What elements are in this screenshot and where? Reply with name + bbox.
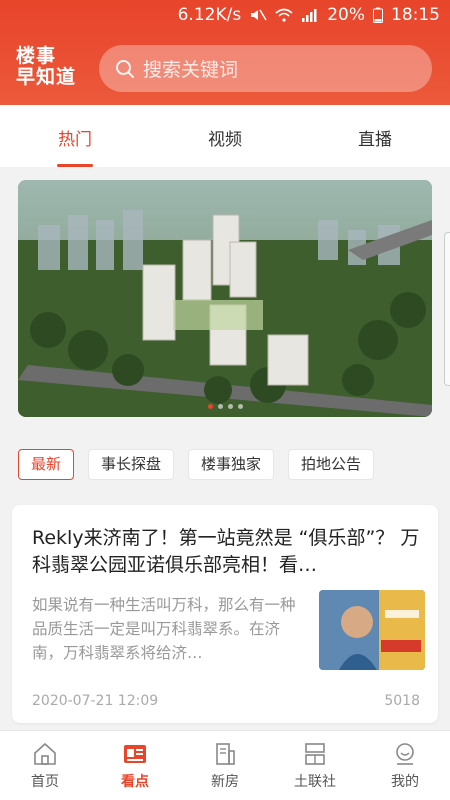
logo-line1: 楼事 [16, 45, 57, 67]
article-date: 2020-07-21 12:09 [32, 693, 159, 709]
carousel-dot[interactable] [237, 404, 243, 409]
banner-carousel[interactable] [18, 180, 432, 417]
article-excerpt: 如果说有一种生活叫万科，那么有一种品质生活一定是叫万科翡翠系。在济南，万科翡翠系… [32, 596, 296, 662]
search-icon [116, 59, 134, 78]
building-icon [216, 743, 235, 765]
news-icon [124, 745, 146, 763]
search-placeholder: 搜索关键词 [143, 59, 239, 81]
banner-image [18, 180, 432, 417]
battery-level: 20% [327, 5, 365, 25]
mute-icon [251, 9, 267, 21]
nav-home[interactable]: 首页 [0, 731, 90, 800]
side-scroll-handle[interactable] [444, 232, 450, 386]
chip-exclusive[interactable]: 楼事独家 [188, 449, 275, 480]
land-icon [305, 743, 325, 765]
category-chips: 最新 事长探盘 楼事独家 拍地公告 [18, 449, 375, 480]
nav-home-label: 首页 [31, 774, 59, 790]
logo-line2: 早知道 [16, 66, 77, 88]
battery-icon [373, 7, 383, 23]
article-title[interactable]: Rekly来济南了！第一站竟然是 “俱乐部”？ 万科翡翠公园亚诺俱乐部亮相！看… [32, 525, 424, 579]
carousel-dot[interactable] [227, 404, 233, 409]
status-bar: 6.12K/s 20% 18:15 [0, 0, 450, 30]
search-input[interactable]: 搜索关键词 [99, 45, 432, 92]
nav-news[interactable]: 看点 [90, 731, 180, 800]
nav-new-homes[interactable]: 新房 [180, 731, 270, 800]
signal-icon [302, 9, 317, 22]
app-logo[interactable]: 楼事 早知道 [16, 46, 88, 90]
nav-profile-label: 我的 [391, 774, 419, 790]
bottom-navigation: 首页 看点 新房 土联社 我的 [0, 730, 450, 800]
article-card[interactable]: Rekly来济南了！第一站竟然是 “俱乐部”？ 万科翡翠公园亚诺俱乐部亮相！看…… [12, 505, 438, 723]
chip-chairman-tour[interactable]: 事长探盘 [88, 449, 175, 480]
tab-video[interactable]: 视频 [150, 105, 300, 167]
tab-hot[interactable]: 热门 [0, 105, 150, 167]
nav-land-label: 土联社 [294, 774, 336, 790]
chip-latest[interactable]: 最新 [18, 449, 75, 480]
article-view-count: 5018 [384, 693, 420, 709]
content-tabs: 热门 视频 直播 [0, 105, 450, 167]
carousel-dot[interactable] [207, 404, 213, 409]
nav-profile[interactable]: 我的 [360, 731, 450, 800]
tab-live[interactable]: 直播 [300, 105, 450, 167]
nav-new-homes-label: 新房 [211, 774, 239, 790]
profile-icon [396, 743, 414, 765]
nav-land[interactable]: 土联社 [270, 731, 360, 800]
clock: 18:15 [391, 5, 440, 25]
network-speed: 6.12K/s [177, 5, 242, 25]
chip-land-auction[interactable]: 拍地公告 [288, 449, 375, 480]
carousel-dot[interactable] [217, 404, 223, 409]
article-thumbnail[interactable] [319, 590, 425, 670]
carousel-dots [18, 404, 432, 409]
thumbnail-image [319, 590, 425, 670]
nav-news-label: 看点 [121, 774, 149, 790]
wifi-icon [275, 8, 293, 22]
home-icon [34, 742, 56, 765]
app-header: 6.12K/s 20% 18:15 楼事 早知道 搜索关键词 [0, 0, 450, 105]
